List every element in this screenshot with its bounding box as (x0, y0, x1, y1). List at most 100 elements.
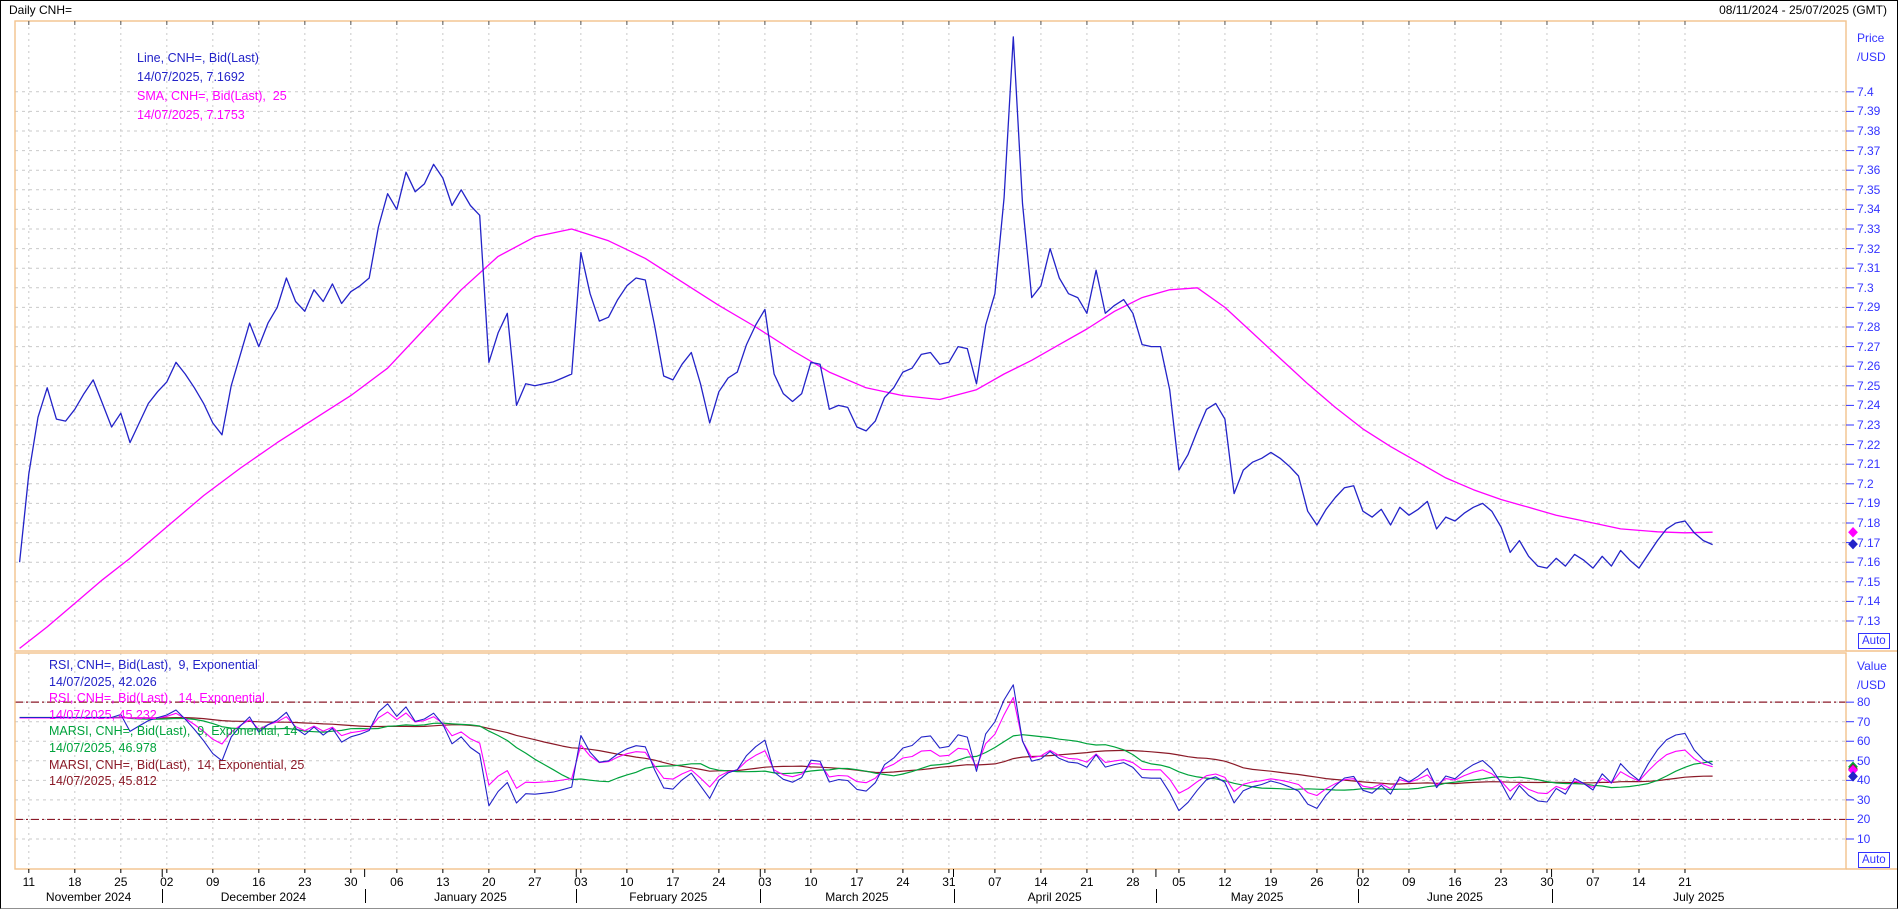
x-axis-week-label: 11 (14, 875, 44, 889)
x-axis-week-label: 05 (1164, 875, 1194, 889)
price-tick-label: 7.34 (1857, 202, 1880, 216)
x-axis-week-label: 21 (1670, 875, 1700, 889)
x-axis-week-label: 27 (520, 875, 550, 889)
price-tick-label: 7.28 (1857, 320, 1880, 334)
x-axis-week-label: 23 (290, 875, 320, 889)
price-legend-line: 14/07/2025, 7.1692 (137, 70, 245, 84)
x-axis-week-label: 13 (428, 875, 458, 889)
price-tick-label: 7.4 (1857, 85, 1874, 99)
value-tick-label: 50 (1857, 754, 1870, 768)
x-axis-week-label: 28 (1118, 875, 1148, 889)
x-axis-week-label: 19 (1256, 875, 1286, 889)
x-axis-month-label: July 2025 (1673, 890, 1724, 904)
x-axis-week-label: 17 (658, 875, 688, 889)
x-axis-month-label: June 2025 (1427, 890, 1483, 904)
price-tick-label: 7.37 (1857, 144, 1880, 158)
price-auto-scale-button[interactable]: Auto (1858, 633, 1890, 649)
month-separator (1358, 889, 1359, 903)
x-axis-week-label: 30 (336, 875, 366, 889)
panel-border (15, 21, 1846, 651)
value-tick-label: 10 (1857, 832, 1870, 846)
x-axis-month-label: March 2025 (825, 890, 888, 904)
value-tick-label: 60 (1857, 734, 1870, 748)
x-axis-week-label: 24 (704, 875, 734, 889)
x-axis-month-label: April 2025 (1028, 890, 1082, 904)
rsi-legend-line: RSI, CNH=, Bid(Last), 14, Exponential (49, 691, 265, 705)
value-tick-label: 70 (1857, 715, 1870, 729)
chart-canvas[interactable] (1, 1, 1898, 909)
price-legend-line: 14/07/2025, 7.1753 (137, 108, 245, 122)
x-axis-week-label: 25 (106, 875, 136, 889)
x-axis-week-label: 23 (1486, 875, 1516, 889)
price-tick-label: 7.24 (1857, 398, 1880, 412)
month-separator (576, 889, 577, 903)
x-axis-week-label: 12 (1210, 875, 1240, 889)
price-tick-label: 7.26 (1857, 359, 1880, 373)
price-tick-label: 7.14 (1857, 594, 1880, 608)
chart-window: Daily CNH= 08/11/2024 - 25/07/2025 (GMT)… (0, 0, 1898, 909)
price-tick-label: 7.13 (1857, 614, 1880, 628)
x-axis-week-label: 07 (980, 875, 1010, 889)
month-separator (760, 889, 761, 903)
price-current-value-marker (1849, 540, 1857, 549)
x-axis-week-label: 02 (152, 875, 182, 889)
x-axis-week-label: 03 (566, 875, 596, 889)
x-axis-week-label: 24 (888, 875, 918, 889)
rsi-9-line (20, 685, 1713, 811)
x-axis-week-label: 17 (842, 875, 872, 889)
price-tick-label: 7.19 (1857, 496, 1880, 510)
price-tick-label: 7.3 (1857, 281, 1874, 295)
x-axis-week-label: 06 (382, 875, 412, 889)
price-legend-line: SMA, CNH=, Bid(Last), 25 (137, 89, 287, 103)
rsi-legend-line: 14/07/2025, 45.232 (49, 708, 157, 722)
price-tick-label: 7.2 (1857, 477, 1874, 491)
x-axis-week-label: 18 (60, 875, 90, 889)
x-axis-month-label: January 2025 (434, 890, 507, 904)
x-axis-week-label: 10 (612, 875, 642, 889)
price-tick-label: 7.18 (1857, 516, 1880, 530)
x-axis-week-label: 20 (474, 875, 504, 889)
x-axis-week-label: 14 (1624, 875, 1654, 889)
rsi-auto-scale-button[interactable]: Auto (1858, 852, 1890, 868)
x-axis-week-label: 07 (1578, 875, 1608, 889)
x-axis-month-label: February 2025 (629, 890, 707, 904)
price-tick-label: 7.32 (1857, 242, 1880, 256)
value-axis-title-line2: /USD (1857, 678, 1886, 692)
rsi-current-value-marker (1849, 772, 1857, 781)
rsi-legend-line: MARSI, CNH=, Bid(Last), 9, Exponential, … (49, 724, 297, 738)
price-tick-label: 7.27 (1857, 340, 1880, 354)
sma-line (20, 229, 1713, 648)
month-separator (1552, 889, 1553, 903)
x-axis-week-label: 14 (1026, 875, 1056, 889)
month-separator (365, 889, 366, 903)
x-axis-month-label: May 2025 (1231, 890, 1284, 904)
value-tick-label: 80 (1857, 695, 1870, 709)
x-axis-week-label: 02 (1348, 875, 1378, 889)
price-tick-label: 7.31 (1857, 261, 1880, 275)
x-axis-week-label: 16 (244, 875, 274, 889)
rsi-legend-line: MARSI, CNH=, Bid(Last), 14, Exponential,… (49, 758, 304, 772)
price-current-value-marker (1849, 528, 1857, 537)
price-tick-label: 7.38 (1857, 124, 1880, 138)
rsi-legend-line: 14/07/2025, 45.812 (49, 774, 157, 788)
price-tick-label: 7.16 (1857, 555, 1880, 569)
price-tick-label: 7.36 (1857, 163, 1880, 177)
x-axis-week-label: 31 (934, 875, 964, 889)
x-axis-week-label: 21 (1072, 875, 1102, 889)
x-axis-week-label: 09 (198, 875, 228, 889)
month-separator (954, 889, 955, 903)
x-axis-week-label: 26 (1302, 875, 1332, 889)
value-tick-label: 40 (1857, 773, 1870, 787)
x-axis-month-label: November 2024 (46, 890, 131, 904)
x-axis-month-label: December 2024 (221, 890, 306, 904)
price-axis-title-line1: Price (1857, 31, 1884, 45)
price-tick-label: 7.15 (1857, 575, 1880, 589)
rsi-legend-line: RSI, CNH=, Bid(Last), 9, Exponential (49, 658, 258, 672)
price-legend-line: Line, CNH=, Bid(Last) (137, 51, 259, 65)
price-tick-label: 7.25 (1857, 379, 1880, 393)
price-tick-label: 7.35 (1857, 183, 1880, 197)
price-tick-label: 7.39 (1857, 104, 1880, 118)
x-axis-week-label: 09 (1394, 875, 1424, 889)
value-tick-label: 30 (1857, 793, 1870, 807)
value-axis-title-line1: Value (1857, 659, 1887, 673)
